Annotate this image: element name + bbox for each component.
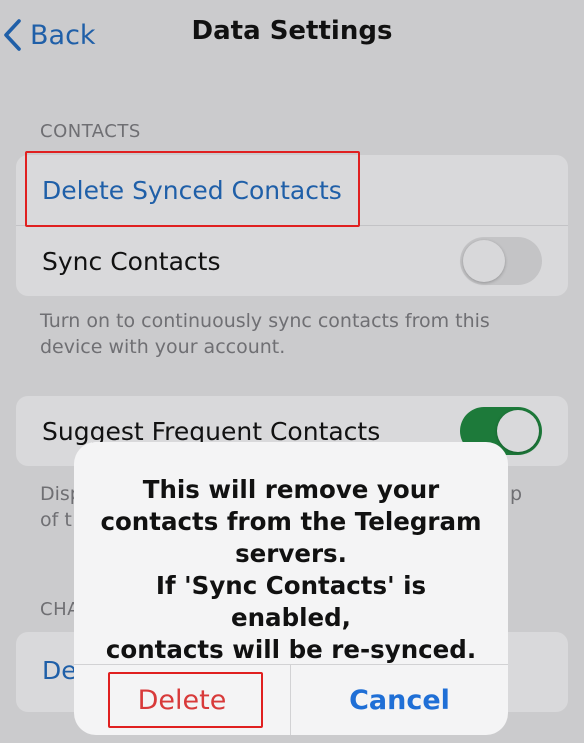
- delete-contacts-alert: This will remove your contacts from the …: [74, 442, 508, 735]
- data-settings-screen: Back Data Settings CONTACTS Delete Synce…: [0, 0, 584, 743]
- suggest-footer-tail: p: [510, 483, 523, 505]
- alert-message-line: contacts from the Telegram: [100, 507, 482, 536]
- delete-synced-contacts-row[interactable]: Delete Synced Contacts: [16, 155, 568, 225]
- toggle-knob: [463, 240, 505, 282]
- alert-delete-button[interactable]: Delete: [74, 665, 290, 735]
- alert-message-line: contacts will be re-synced.: [105, 635, 477, 664]
- alert-message-line: This will remove your: [142, 475, 440, 504]
- chats-row-label: De: [42, 655, 77, 685]
- sync-contacts-toggle[interactable]: [460, 237, 542, 285]
- page-title: Data Settings: [191, 16, 393, 46]
- alert-message-line: If 'Sync Contacts' is enabled,: [155, 571, 427, 632]
- alert-message: This will remove your contacts from the …: [94, 474, 488, 666]
- sync-contacts-footer: Turn on to continuously sync contacts fr…: [40, 310, 490, 358]
- delete-synced-contacts-label: Delete Synced Contacts: [42, 175, 342, 205]
- section-header-contacts: CONTACTS: [40, 121, 141, 142]
- toggle-knob: [497, 410, 539, 452]
- alert-message-line: servers.: [235, 539, 347, 568]
- suggest-footer-line2: of t: [40, 509, 72, 531]
- contacts-group: Delete Synced Contacts Sync Contacts: [16, 155, 568, 296]
- sync-contacts-row: Sync Contacts: [16, 225, 568, 296]
- alert-cancel-button[interactable]: Cancel: [291, 665, 508, 735]
- sync-contacts-label: Sync Contacts: [42, 246, 221, 276]
